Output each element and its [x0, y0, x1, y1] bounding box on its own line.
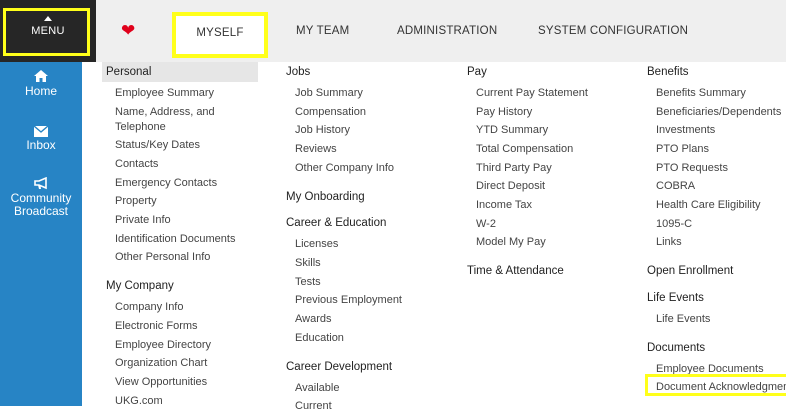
menu-label: MENU — [31, 25, 65, 37]
link-links[interactable]: Links — [656, 235, 682, 249]
section-documents: Documents — [647, 342, 706, 354]
link-status-key-dates[interactable]: Status/Key Dates — [115, 138, 200, 152]
link-direct-deposit[interactable]: Direct Deposit — [476, 179, 545, 193]
section-open-enrollment[interactable]: Open Enrollment — [647, 265, 733, 277]
sidebar-item-inbox[interactable]: Inbox — [0, 126, 82, 152]
link-job-summary[interactable]: Job Summary — [295, 86, 363, 100]
link-employee-summary[interactable]: Employee Summary — [115, 86, 214, 100]
tab-my-team[interactable]: MY TEAM — [296, 25, 349, 37]
link-document-acknowledgments[interactable]: Document Acknowledgments — [656, 380, 786, 394]
sidebar-home-label: Home — [24, 84, 57, 98]
link-pay-history[interactable]: Pay History — [476, 105, 532, 119]
link-investments[interactable]: Investments — [656, 123, 715, 137]
tab-administration[interactable]: ADMINISTRATION — [397, 25, 497, 37]
section-personal: Personal — [106, 66, 152, 78]
link-third-party-pay[interactable]: Third Party Pay — [476, 161, 552, 175]
link-skills[interactable]: Skills — [295, 256, 321, 270]
link-identification-documents[interactable]: Identification Documents — [115, 232, 235, 246]
link-current[interactable]: Current — [295, 399, 332, 413]
sidebar-community-label-2: Broadcast — [13, 204, 69, 218]
link-name-address[interactable]: Name, Address, and — [115, 105, 215, 119]
sidebar-item-community-broadcast[interactable]: Community Broadcast — [0, 177, 82, 218]
link-view-opportunities[interactable]: View Opportunities — [115, 375, 207, 389]
section-career-education: Career & Education — [286, 217, 387, 229]
section-jobs: Jobs — [286, 66, 311, 78]
link-contacts[interactable]: Contacts — [115, 157, 158, 171]
link-life-events[interactable]: Life Events — [656, 312, 710, 326]
section-my-company: My Company — [106, 280, 174, 292]
link-previous-employment[interactable]: Previous Employment — [295, 293, 402, 307]
menu-button[interactable]: MENU — [0, 0, 96, 62]
link-other-personal-info[interactable]: Other Personal Info — [115, 250, 210, 264]
left-sidebar: Home Inbox Community Broadcast — [0, 62, 82, 406]
tab-myself[interactable]: MYSELF — [172, 12, 268, 58]
home-icon — [34, 70, 48, 82]
section-benefits: Benefits — [647, 66, 689, 78]
caret-up-icon — [44, 16, 52, 21]
link-property[interactable]: Property — [115, 194, 157, 208]
tab-system-configuration[interactable]: SYSTEM CONFIGURATION — [538, 25, 688, 37]
link-health-care-eligibility[interactable]: Health Care Eligibility — [656, 198, 761, 212]
link-job-history[interactable]: Job History — [295, 123, 350, 137]
section-career-development: Career Development — [286, 361, 393, 373]
link-organization-chart[interactable]: Organization Chart — [115, 356, 207, 370]
link-pto-plans[interactable]: PTO Plans — [656, 142, 709, 156]
link-education[interactable]: Education — [295, 331, 344, 345]
section-my-onboarding[interactable]: My Onboarding — [286, 191, 365, 203]
link-current-pay-statement[interactable]: Current Pay Statement — [476, 86, 588, 100]
link-w2[interactable]: W-2 — [476, 217, 496, 231]
link-licenses[interactable]: Licenses — [295, 237, 338, 251]
link-compensation[interactable]: Compensation — [295, 105, 366, 119]
link-other-company-info[interactable]: Other Company Info — [295, 161, 394, 175]
sidebar-inbox-label: Inbox — [26, 138, 56, 152]
link-benefits-summary[interactable]: Benefits Summary — [656, 86, 746, 100]
link-electronic-forms[interactable]: Electronic Forms — [115, 319, 198, 333]
link-tests[interactable]: Tests — [295, 275, 321, 289]
section-life-events: Life Events — [647, 292, 704, 304]
link-model-my-pay[interactable]: Model My Pay — [476, 235, 546, 249]
link-cobra[interactable]: COBRA — [656, 179, 695, 193]
section-time-attendance[interactable]: Time & Attendance — [467, 265, 564, 277]
sidebar-community-label-1: Community — [10, 191, 72, 205]
link-employee-directory[interactable]: Employee Directory — [115, 338, 211, 352]
megaphone-icon — [33, 177, 47, 190]
link-name-address-cont[interactable]: Telephone — [115, 120, 166, 134]
favorites-heart-icon[interactable]: ❤ — [121, 22, 137, 39]
link-beneficiaries-dependents[interactable]: Beneficiaries/Dependents — [656, 105, 781, 119]
link-private-info[interactable]: Private Info — [115, 213, 171, 227]
link-company-info[interactable]: Company Info — [115, 300, 183, 314]
link-income-tax[interactable]: Income Tax — [476, 198, 532, 212]
envelope-icon — [34, 126, 48, 137]
section-pay: Pay — [467, 66, 487, 78]
link-ytd-summary[interactable]: YTD Summary — [476, 123, 548, 137]
link-awards[interactable]: Awards — [295, 312, 331, 326]
link-1095c[interactable]: 1095-C — [656, 217, 692, 231]
link-available[interactable]: Available — [295, 381, 339, 395]
tab-myself-label: MYSELF — [196, 27, 244, 39]
link-pto-requests[interactable]: PTO Requests — [656, 161, 728, 175]
document-ack-clip: Document Acknowledgments — [656, 380, 786, 394]
link-total-compensation[interactable]: Total Compensation — [476, 142, 573, 156]
sidebar-item-home[interactable]: Home — [0, 69, 82, 98]
link-reviews[interactable]: Reviews — [295, 142, 337, 156]
link-emergency-contacts[interactable]: Emergency Contacts — [115, 176, 217, 190]
